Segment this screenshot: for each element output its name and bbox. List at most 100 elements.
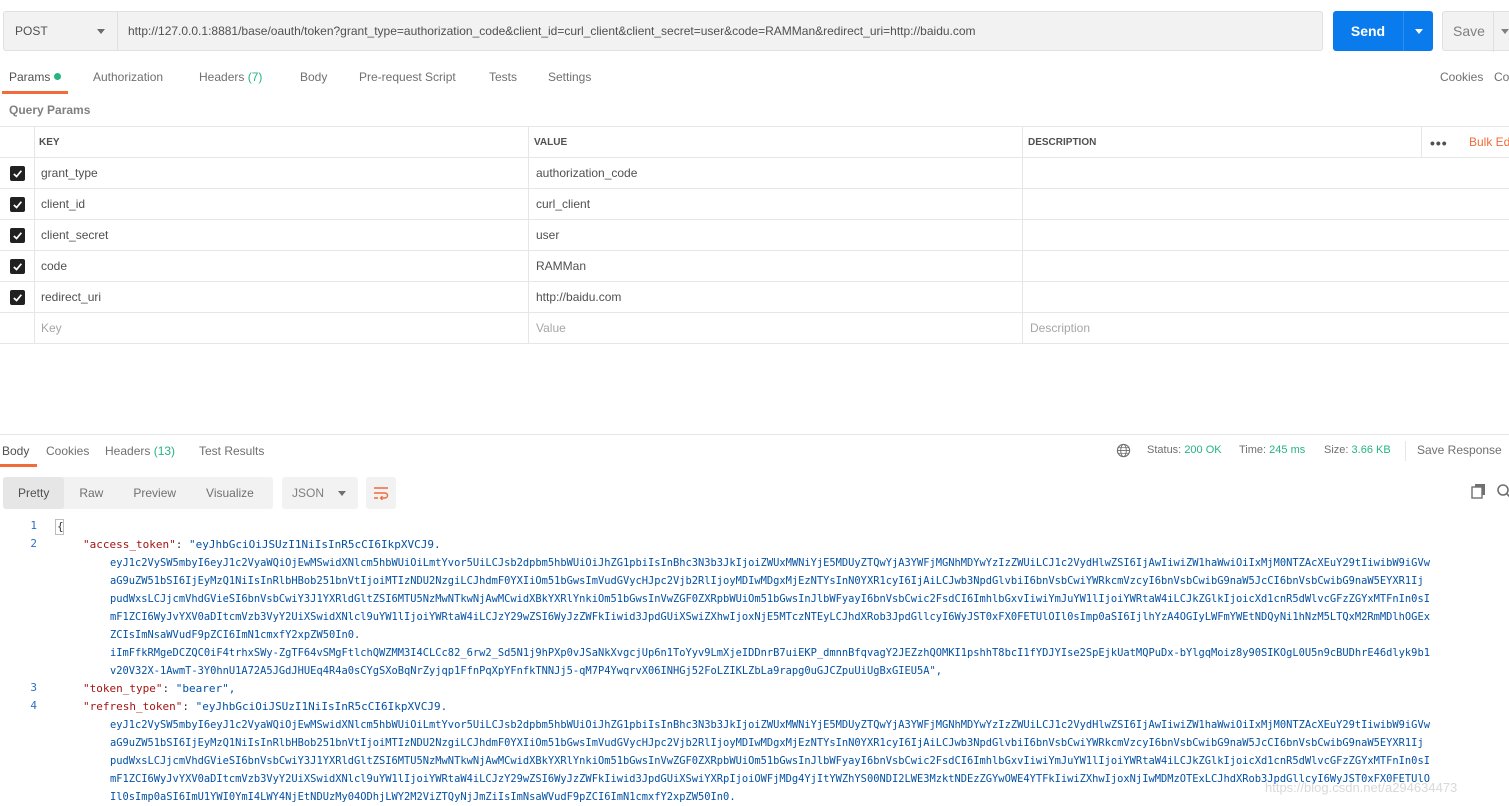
json-string-wrap: aG9uZW51bSI6IjEyMzQ1NiIsInRlbHBob251bnVt…	[110, 575, 1424, 587]
json-string-wrap: iImFfkRMgeDCZQC0iF4trhxSWy-ZgTF64vSMgFtl…	[110, 647, 1430, 659]
tab-authorization[interactable]: Authorization	[93, 70, 163, 84]
request-tabs: Params Authorization Headers (7) Body Pr…	[0, 65, 1509, 94]
tab-prerequest-script[interactable]: Pre-request Script	[359, 70, 456, 84]
tab-tests[interactable]: Tests	[489, 70, 517, 84]
json-string-wrap: pudWxsLCJjcmVhdGVieSI6bnVsbCwiY3J1YXRldG…	[110, 593, 1430, 605]
line-number: 4	[30, 699, 37, 712]
params-indicator-dot	[54, 73, 62, 80]
response-view-bar: Pretty Raw Preview Visualize JSON	[3, 477, 396, 509]
json-string: "eyJhbGciOiJSUzI1NiIsInR5cCI6IkpXVCJ9.	[195, 700, 448, 713]
method-select[interactable]: POST	[3, 11, 118, 51]
cookies-link[interactable]: Cookies	[1440, 70, 1483, 84]
size-value: 3.66 KB	[1351, 444, 1391, 456]
status-value: 200 OK	[1184, 444, 1222, 456]
active-tab-indicator	[0, 464, 37, 467]
tab-response-body[interactable]: Body	[2, 444, 29, 458]
save-label: Save	[1453, 23, 1485, 39]
watermark: https://blog.csdn.net/a294634473	[1265, 780, 1458, 795]
new-description-input[interactable]: Description	[1030, 313, 1090, 343]
bulk-edit-link[interactable]: Bulk Ed	[1469, 135, 1509, 149]
time-label: Time:	[1239, 444, 1267, 456]
param-value[interactable]: authorization_code	[536, 158, 637, 188]
row-checkbox[interactable]	[9, 227, 25, 243]
json-string-wrap: mF1ZCI6WyJvYXV0aDItcmVzb3VyY2UiXSwidXNlc…	[110, 611, 1430, 623]
json-string: "bearer",	[175, 682, 236, 695]
param-key[interactable]: client_secret	[41, 220, 108, 250]
json-key: "refresh_token"	[83, 700, 183, 713]
checkmark-icon	[12, 231, 22, 240]
send-options-dropdown[interactable]	[1404, 28, 1433, 34]
tab-params[interactable]: Params	[9, 70, 62, 84]
line-number: 1	[30, 519, 37, 532]
row-checkbox[interactable]	[9, 165, 25, 181]
tab-settings[interactable]: Settings	[548, 70, 591, 84]
size-info: Size: 3.66 KB	[1324, 444, 1391, 456]
column-header-key: KEY	[39, 136, 60, 148]
chevron-down-icon	[338, 491, 346, 496]
row-checkbox[interactable]	[9, 258, 25, 274]
json-open-brace: {	[57, 520, 64, 533]
chevron-down-icon[interactable]	[1501, 29, 1509, 34]
param-key[interactable]: client_id	[41, 189, 85, 219]
save-response-button[interactable]: Save Response	[1417, 443, 1502, 457]
tab-response-headers[interactable]: Headers (13)	[105, 444, 175, 458]
checkmark-icon	[12, 169, 22, 178]
send-button[interactable]: Send	[1333, 11, 1433, 51]
table-row: redirect_uri http://baidu.com	[0, 282, 1509, 313]
time-value: 245 ms	[1269, 444, 1306, 456]
new-value-input[interactable]: Value	[536, 313, 566, 343]
json-string-wrap: v20V32X-1AwmT-3Y0hnU1A72A5JGdJHUEq4R4a0s…	[110, 665, 943, 677]
header-checkbox-cell	[0, 127, 35, 157]
param-value[interactable]: user	[536, 220, 559, 250]
json-key: "token_type"	[83, 682, 163, 695]
view-visualize[interactable]: Visualize	[191, 477, 269, 509]
save-divider	[1493, 12, 1494, 52]
row-checkbox[interactable]	[9, 196, 25, 212]
json-string-wrap: aG9uZW51bSI6IjEyMzQ1NiIsInRlbHBob251bnVt…	[110, 737, 1424, 749]
url-input[interactable]: http://127.0.0.1:8881/base/oauth/token?g…	[118, 11, 1323, 51]
param-key[interactable]: redirect_uri	[41, 282, 101, 312]
tab-headers-label: Headers	[199, 70, 245, 84]
response-panel: Body Cookies Headers (13) Test Results S…	[0, 434, 1509, 806]
tab-headers[interactable]: Headers (7)	[199, 70, 262, 84]
json-line: "token_type": "bearer",	[83, 682, 236, 695]
code-link[interactable]: Co	[1494, 70, 1509, 84]
new-key-input[interactable]: Key	[41, 313, 62, 343]
json-string-wrap: ZCIsImNsaWVudF9pZCI6ImN1cmxfY2xpZW50In0.	[110, 629, 361, 641]
checkmark-icon	[12, 200, 22, 209]
row-checkbox[interactable]	[9, 289, 25, 305]
tab-test-results[interactable]: Test Results	[199, 444, 264, 458]
param-value[interactable]: RAMMan	[536, 251, 586, 281]
globe-icon[interactable]	[1116, 443, 1131, 458]
wrap-lines-button[interactable]	[366, 477, 396, 509]
column-header-value: VALUE	[534, 136, 568, 148]
copy-icon[interactable]	[1471, 483, 1487, 499]
tab-response-cookies[interactable]: Cookies	[46, 444, 89, 458]
json-string-wrap: eyJ1c2VySW5mbyI6eyJ1c2VyaWQiOjEwMSwidXNl…	[110, 557, 1430, 569]
json-string: "eyJhbGciOiJSUzI1NiIsInR5cCI6IkpXVCJ9.	[188, 538, 441, 551]
param-key[interactable]: code	[41, 251, 67, 281]
status-info: Status: 200 OK	[1147, 444, 1222, 456]
send-label: Send	[1350, 23, 1386, 39]
tab-response-headers-label: Headers	[105, 444, 151, 458]
param-key[interactable]: grant_type	[41, 158, 98, 188]
view-pretty[interactable]: Pretty	[3, 477, 65, 509]
more-options-icon[interactable]: •••	[1430, 135, 1448, 151]
format-select[interactable]: JSON	[282, 477, 358, 509]
json-key: "access_token"	[83, 538, 176, 551]
param-value[interactable]: http://baidu.com	[536, 282, 621, 312]
query-params-title: Query Params	[9, 103, 91, 117]
size-label: Size:	[1324, 444, 1349, 456]
save-button[interactable]: Save	[1442, 11, 1509, 52]
table-row: grant_type authorization_code	[0, 158, 1509, 189]
json-line: "refresh_token": "eyJhbGciOiJSUzI1NiIsIn…	[83, 700, 448, 713]
tab-params-label: Params	[9, 70, 51, 84]
view-raw[interactable]: Raw	[64, 477, 118, 509]
param-value[interactable]: curl_client	[536, 189, 590, 219]
search-icon[interactable]	[1496, 483, 1509, 499]
view-preview[interactable]: Preview	[118, 477, 191, 509]
method-label: POST	[15, 24, 48, 38]
column-header-description: DESCRIPTION	[1028, 136, 1097, 148]
tab-body[interactable]: Body	[300, 70, 327, 84]
time-info: Time: 245 ms	[1239, 444, 1305, 456]
